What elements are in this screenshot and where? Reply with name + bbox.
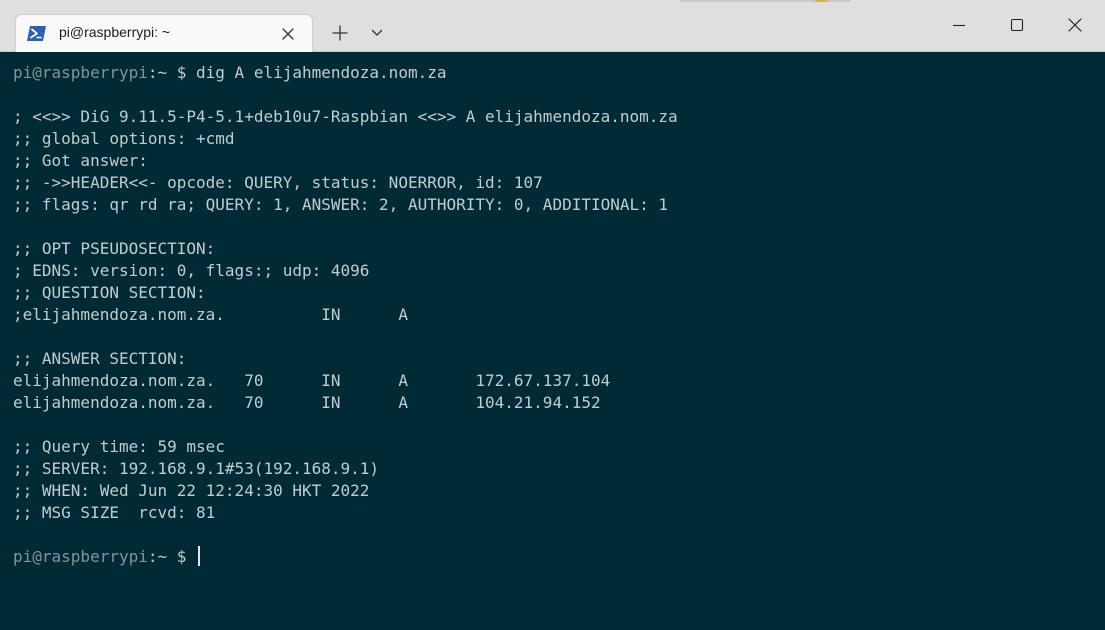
command-output: ; <<>> DiG 9.11.5-P4-5.1+deb10u7-Raspbia… [13, 84, 1105, 546]
output-line: ;; global options: +cmd [13, 129, 235, 148]
output-line: ;; ->>HEADER<<- opcode: QUERY, status: N… [13, 173, 543, 192]
prompt-suffix: :~ $ [147, 63, 187, 82]
prompt-user: pi@raspberrypi [13, 63, 148, 82]
terminal-output[interactable]: pi@raspberrypi:~ $ dig A elijahmendoza.n… [0, 52, 1105, 630]
output-line: ;; OPT PSEUDOSECTION: [13, 239, 216, 258]
close-window-button[interactable] [1051, 4, 1099, 46]
final-prompt-user: pi@raspberrypi [13, 547, 148, 566]
new-tab-button[interactable] [327, 20, 353, 46]
terminal-window: pi@raspberrypi: ~ pi@raspberrypi:~ $ dig… [0, 0, 1105, 630]
powershell-icon [27, 26, 46, 41]
output-line: ;; Query time: 59 msec [13, 437, 225, 456]
background-window-edge [680, 0, 850, 2]
output-line: ;; SERVER: 192.168.9.1#53(192.168.9.1) [13, 459, 380, 478]
chevron-down-icon [371, 29, 383, 36]
tab-dropdown-button[interactable] [364, 20, 390, 46]
output-line: ;; WHEN: Wed Jun 22 12:24:30 HKT 2022 [13, 481, 370, 500]
command-text: dig A elijahmendoza.nom.za [186, 63, 447, 82]
maximize-button[interactable] [993, 4, 1041, 46]
tab-title: pi@raspberrypi: ~ [59, 24, 171, 40]
command-line: pi@raspberrypi:~ $ dig A elijahmendoza.n… [13, 62, 1105, 84]
output-line: ;; Got answer: [13, 151, 148, 170]
tab-terminal[interactable]: pi@raspberrypi: ~ [15, 14, 313, 52]
final-prompt-suffix: :~ $ [147, 547, 197, 566]
output-line: ;; flags: qr rd ra; QUERY: 1, ANSWER: 2,… [13, 195, 669, 214]
output-line: ;; MSG SIZE rcvd: 81 [13, 503, 216, 522]
text-cursor [198, 546, 201, 566]
minimize-icon [953, 24, 965, 27]
output-line: ;; QUESTION SECTION: [13, 283, 206, 302]
output-line: ; <<>> DiG 9.11.5-P4-5.1+deb10u7-Raspbia… [13, 107, 678, 126]
close-tab-icon[interactable] [279, 25, 297, 43]
active-prompt-line[interactable]: pi@raspberrypi:~ $ [13, 546, 1105, 568]
minimize-button[interactable] [935, 4, 983, 46]
maximize-icon [1010, 18, 1024, 32]
output-line: elijahmendoza.nom.za. 70 IN A 104.21.94.… [13, 393, 601, 412]
background-window-accent [815, 0, 827, 2]
output-line: ;elijahmendoza.nom.za. IN A [13, 305, 408, 324]
close-icon [1068, 18, 1082, 32]
title-bar: pi@raspberrypi: ~ [0, 0, 1105, 52]
output-line: ;; ANSWER SECTION: [13, 349, 187, 368]
plus-icon [332, 25, 348, 41]
output-line: ; EDNS: version: 0, flags:; udp: 4096 [13, 261, 370, 280]
output-line: elijahmendoza.nom.za. 70 IN A 172.67.137… [13, 371, 611, 390]
